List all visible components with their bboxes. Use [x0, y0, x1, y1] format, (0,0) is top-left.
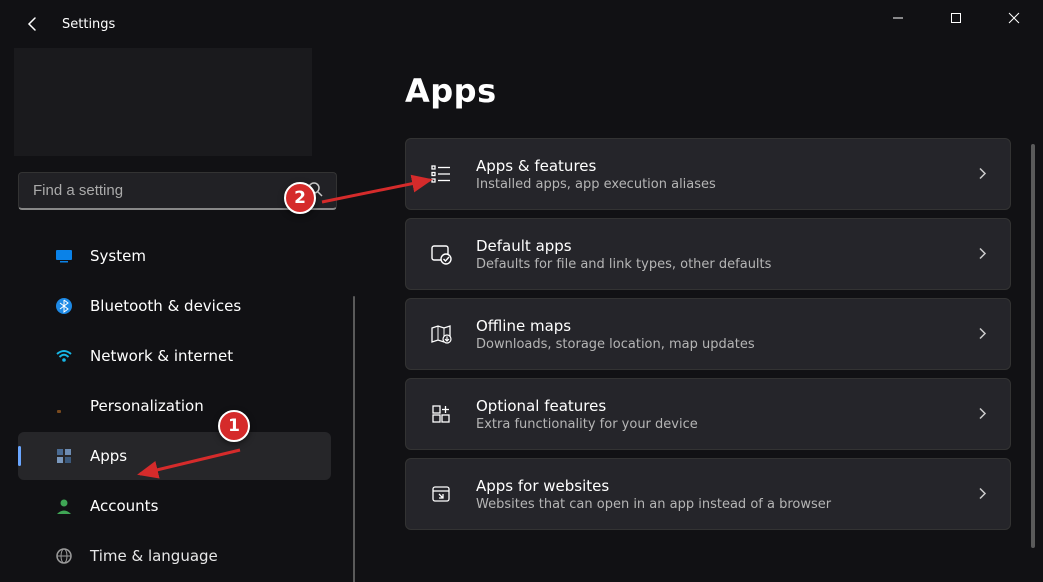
maximize-button[interactable]: [927, 0, 985, 36]
globe-icon: [54, 546, 74, 566]
profile-block: [14, 48, 312, 156]
wifi-icon: [54, 346, 74, 366]
chevron-right-icon: [976, 325, 988, 344]
main-scrollbar[interactable]: [1031, 144, 1035, 548]
card-subtitle: Websites that can open in an app instead…: [476, 497, 956, 512]
close-button[interactable]: [985, 0, 1043, 36]
sidebar-item-apps[interactable]: Apps: [18, 432, 331, 480]
sidebar-item-bluetooth[interactable]: Bluetooth & devices: [18, 282, 331, 330]
card-subtitle: Installed apps, app execution aliases: [476, 177, 956, 192]
sidebar-item-label: Time & language: [90, 547, 218, 565]
chevron-right-icon: [976, 405, 988, 424]
apps-icon: [54, 446, 74, 466]
annotation-badge-1: 1: [218, 410, 250, 442]
card-apps-websites[interactable]: Apps for websites Websites that can open…: [405, 458, 1011, 530]
sidebar-item-accounts[interactable]: Accounts: [18, 482, 331, 530]
card-subtitle: Defaults for file and link types, other …: [476, 257, 956, 272]
monitor-icon: [54, 246, 74, 266]
card-title: Optional features: [476, 397, 956, 415]
sidebar-item-personalization[interactable]: Personalization: [18, 382, 331, 430]
card-offline-maps[interactable]: Offline maps Downloads, storage location…: [405, 298, 1011, 370]
sidebar-item-label: Network & internet: [90, 347, 233, 365]
card-title: Apps for websites: [476, 477, 956, 495]
sidebar-item-network[interactable]: Network & internet: [18, 332, 331, 380]
sidebar-item-label: Accounts: [90, 497, 158, 515]
page-title: Apps: [405, 72, 1015, 110]
list-icon: [428, 161, 454, 187]
card-apps-features[interactable]: Apps & features Installed apps, app exec…: [405, 138, 1011, 210]
back-button[interactable]: [22, 13, 44, 35]
default-app-icon: [428, 241, 454, 267]
sidebar-item-label: Personalization: [90, 397, 204, 415]
person-icon: [54, 496, 74, 516]
card-optional-features[interactable]: Optional features Extra functionality fo…: [405, 378, 1011, 450]
minimize-button[interactable]: [869, 0, 927, 36]
card-title: Apps & features: [476, 157, 956, 175]
sidebar-item-label: System: [90, 247, 146, 265]
card-subtitle: Downloads, storage location, map updates: [476, 337, 956, 352]
chevron-right-icon: [976, 245, 988, 264]
sidebar-item-label: Apps: [90, 447, 127, 465]
chevron-right-icon: [976, 165, 988, 184]
paintbrush-icon: [54, 396, 74, 416]
sidebar-item-label: Bluetooth & devices: [90, 297, 241, 315]
website-icon: [428, 481, 454, 507]
card-title: Offline maps: [476, 317, 956, 335]
chevron-right-icon: [976, 485, 988, 504]
app-title: Settings: [62, 17, 115, 32]
map-icon: [428, 321, 454, 347]
card-default-apps[interactable]: Default apps Defaults for file and link …: [405, 218, 1011, 290]
nav-list: System Bluetooth & devices Network & int…: [0, 232, 355, 580]
features-icon: [428, 401, 454, 427]
bluetooth-icon: [54, 296, 74, 316]
sidebar-item-time-language[interactable]: Time & language: [18, 532, 331, 580]
sidebar: System Bluetooth & devices Network & int…: [0, 48, 355, 582]
card-subtitle: Extra functionality for your device: [476, 417, 956, 432]
main-content: Apps Apps & features Installed apps, app…: [355, 48, 1043, 582]
annotation-badge-2: 2: [284, 182, 316, 214]
card-title: Default apps: [476, 237, 956, 255]
sidebar-item-system[interactable]: System: [18, 232, 331, 280]
